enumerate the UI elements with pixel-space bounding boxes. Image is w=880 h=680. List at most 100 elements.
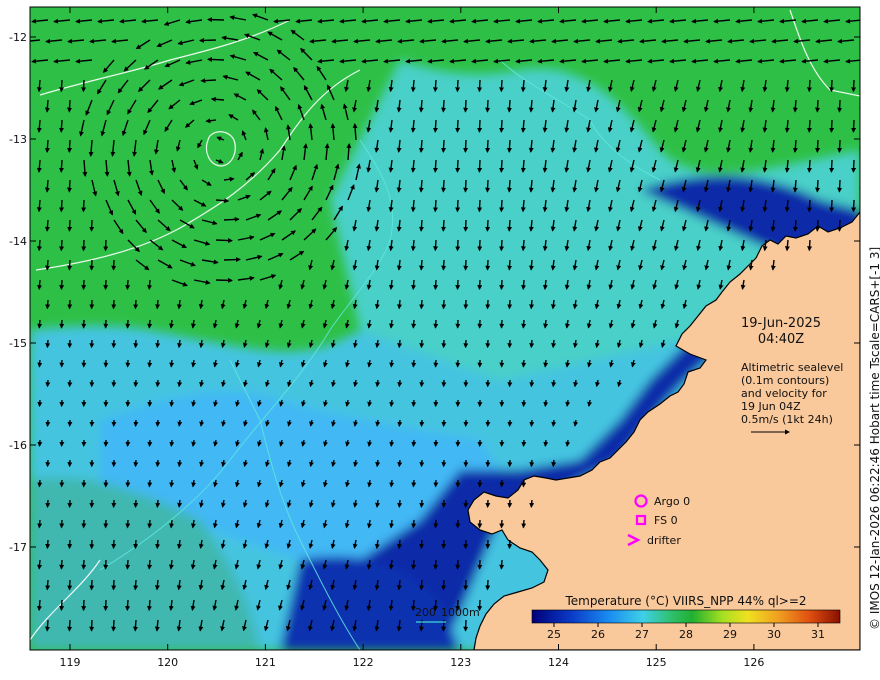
velocity-arrow: [477, 239, 483, 252]
velocity-arrow: [125, 559, 131, 570]
velocity-arrow: [133, 619, 138, 632]
colorbar-tick-label: 26: [591, 628, 605, 641]
velocity-arrow: [215, 198, 230, 204]
velocity-arrow: [521, 439, 527, 447]
velocity-arrow: [485, 179, 491, 193]
velocity-arrow: [89, 219, 95, 232]
velocity-arrow: [463, 139, 469, 153]
velocity-arrow: [441, 219, 447, 232]
velocity-arrow: [419, 299, 425, 310]
velocity-arrow: [506, 139, 512, 153]
velocity-arrow: [133, 379, 139, 388]
velocity-arrow: [792, 219, 798, 232]
velocity-arrow: [521, 359, 527, 368]
velocity-arrow: [45, 379, 51, 388]
velocity-arrow: [133, 339, 139, 349]
velocity-arrow: [103, 279, 109, 291]
velocity-arrow: [367, 399, 373, 407]
velocity-arrow: [463, 219, 469, 232]
velocity-arrow: [59, 79, 65, 93]
sst-field: [30, 7, 860, 650]
velocity-arrow: [506, 219, 512, 232]
velocity-arrow: [477, 159, 483, 173]
velocity-arrow: [45, 459, 51, 468]
velocity-arrow: [463, 99, 469, 113]
x-tick-label: 126: [743, 656, 764, 669]
velocity-arrow: [155, 379, 161, 388]
velocity-arrow: [837, 99, 843, 113]
velocity-arrow: [528, 259, 534, 271]
velocity-arrow: [397, 499, 403, 508]
velocity-arrow: [67, 579, 73, 591]
velocity-arrow: [67, 219, 73, 232]
velocity-arrow: [499, 199, 505, 213]
annotation-line-4: 19 Jun 04Z: [741, 400, 801, 413]
velocity-arrow: [36, 239, 42, 252]
velocity-arrow: [155, 539, 161, 550]
annotation-line-2: (0.1m contours): [741, 374, 829, 387]
velocity-arrow: [411, 319, 417, 329]
velocity-arrow: [463, 179, 469, 193]
velocity-arrow: [851, 79, 857, 93]
velocity-arrow: [419, 499, 425, 508]
velocity-arrow: [177, 459, 183, 468]
velocity-arrow: [520, 239, 526, 252]
velocity-arrow: [829, 199, 835, 213]
y-tick-label: -16: [9, 439, 27, 452]
velocity-arrow: [806, 79, 812, 93]
velocity-arrow: [455, 559, 461, 570]
velocity-arrow: [37, 479, 43, 488]
velocity-arrow: [191, 479, 197, 488]
velocity-arrow: [411, 359, 417, 368]
velocity-arrow: [529, 379, 535, 388]
velocity-arrow: [67, 619, 73, 632]
velocity-arrow: [125, 519, 131, 529]
velocity-arrow: [433, 559, 439, 570]
velocity-arrow: [815, 219, 821, 232]
velocity-arrow: [397, 539, 403, 550]
velocity-arrow: [81, 599, 87, 612]
velocity-arrow: [463, 619, 469, 632]
velocity-arrow: [58, 159, 64, 173]
velocity-arrow: [410, 239, 416, 252]
velocity-arrow: [507, 299, 513, 310]
velocity-arrow: [199, 37, 217, 43]
velocity-arrow: [411, 519, 417, 529]
colorbar-tick-label: 31: [811, 628, 825, 641]
velocity-arrow: [499, 319, 505, 329]
velocity-arrow: [506, 179, 512, 193]
velocity-arrow: [37, 399, 43, 408]
colorbar-title: Temperature (°C) VIIRS_NPP 44% ql>=2: [564, 594, 806, 608]
velocity-arrow: [792, 99, 798, 113]
velocity-arrow: [67, 179, 73, 193]
velocity-arrow: [169, 399, 175, 408]
velocity-arrow: [146, 599, 152, 612]
velocity-arrow: [389, 359, 395, 368]
velocity-arrow: [432, 79, 438, 93]
velocity-arrow: [111, 299, 117, 310]
velocity-arrow: [410, 79, 416, 93]
depth-1000-label: 1000m: [441, 606, 480, 619]
velocity-arrow: [441, 539, 447, 550]
velocity-arrow: [815, 139, 821, 153]
velocity-arrow: [507, 259, 513, 271]
colorbar-tick-label: 30: [767, 628, 781, 641]
velocity-arrow: [147, 359, 153, 368]
velocity-arrow: [543, 319, 549, 329]
x-tick-label: 120: [157, 656, 178, 669]
depth-200-label: 200: [415, 606, 436, 619]
velocity-arrow: [551, 419, 557, 427]
velocity-arrow: [521, 319, 527, 329]
velocity-arrow: [485, 139, 491, 153]
velocity-arrow: [397, 299, 403, 310]
velocity-arrow: [67, 299, 73, 310]
velocity-arrow: [44, 179, 50, 193]
annotation-line-1: Altimetric sealevel: [741, 361, 843, 374]
velocity-arrow: [455, 239, 461, 252]
velocity-arrow: [418, 139, 424, 153]
velocity-arrow: [81, 279, 87, 291]
velocity-arrow: [499, 159, 505, 173]
velocity-arrow: [223, 216, 240, 222]
velocity-arrow: [551, 379, 557, 388]
velocity-arrow: [169, 479, 175, 488]
